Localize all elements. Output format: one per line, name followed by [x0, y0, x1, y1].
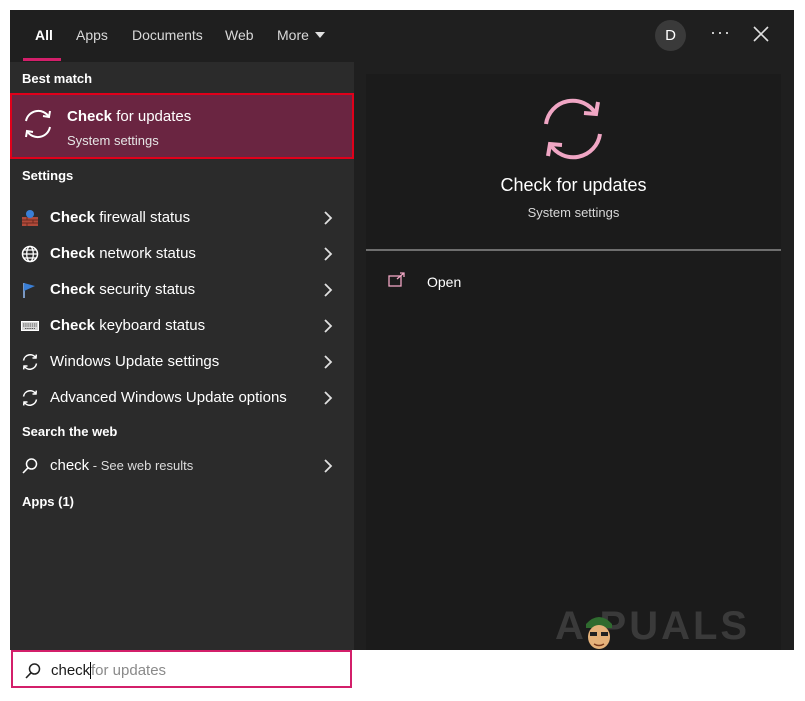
chevron-right-icon [324, 459, 333, 473]
tab-apps[interactable]: Apps [76, 27, 108, 47]
tab-bar: All Apps Documents Web More D ··· [10, 10, 794, 62]
sync-icon [22, 390, 38, 406]
settings-item-keyboard[interactable]: Check keyboard status [10, 308, 354, 344]
settings-item-label-bold: Check [50, 245, 96, 262]
firewall-icon [22, 210, 38, 226]
settings-item-windows-update[interactable]: Windows Update settings [10, 344, 354, 380]
settings-item-label: Advanced Windows Update options [50, 389, 287, 406]
flag-icon [23, 283, 35, 298]
tab-all[interactable]: All [35, 27, 53, 47]
tab-web[interactable]: Web [225, 27, 254, 47]
search-icon [22, 458, 38, 474]
user-avatar[interactable]: D [655, 20, 686, 51]
section-apps[interactable]: Apps (1) [22, 494, 74, 509]
settings-item-security[interactable]: Check security status [10, 272, 354, 308]
settings-item-label: Windows Update settings [50, 353, 219, 370]
web-result-label: check - See web results [50, 457, 193, 474]
more-options-button[interactable]: ··· [710, 23, 730, 44]
results-list: Best match Check for updates System sett… [10, 62, 354, 650]
open-label: Open [427, 274, 462, 290]
section-settings: Settings [22, 168, 74, 183]
chevron-right-icon [324, 247, 333, 261]
section-best-match: Best match [22, 71, 93, 86]
chevron-right-icon [324, 283, 333, 297]
settings-item-label-rest: security status [95, 281, 196, 298]
settings-item-label: Check keyboard status [50, 317, 205, 334]
search-box[interactable]: check for updates [11, 650, 352, 688]
settings-item-label: Check network status [50, 245, 196, 262]
settings-item-firewall[interactable]: Check firewall status [10, 200, 354, 236]
settings-item-label: Check firewall status [50, 209, 190, 226]
preview-title: Check for updates [500, 175, 647, 195]
best-match-subtitle: System settings [67, 133, 159, 148]
settings-item-label-rest: keyboard status [95, 317, 206, 334]
best-match-title: Check for updates [67, 108, 191, 125]
best-match-title-bold: Check [67, 108, 113, 125]
search-window: All Apps Documents Web More D ··· Best m… [10, 10, 794, 650]
web-result-query: check [50, 457, 90, 474]
best-match-result[interactable]: Check for updates System settings [10, 93, 354, 159]
section-search-web: Search the web [22, 424, 118, 439]
globe-icon [21, 245, 39, 263]
sync-icon [25, 109, 51, 139]
chevron-right-icon [324, 391, 333, 405]
open-icon [388, 272, 405, 287]
tab-more-label: More [277, 27, 309, 43]
close-icon[interactable] [752, 25, 770, 43]
settings-item-label: Check security status [50, 281, 195, 298]
chevron-right-icon [324, 211, 333, 225]
watermark-logo [586, 617, 612, 649]
settings-item-label-rest: network status [95, 245, 196, 262]
settings-item-advanced-update[interactable]: Advanced Windows Update options [10, 380, 354, 416]
tab-more[interactable]: More [277, 27, 325, 47]
settings-item-label-bold: Check [50, 317, 96, 334]
web-result-suffix: - See web results [89, 458, 194, 473]
web-search-result[interactable]: check - See web results [10, 448, 354, 484]
chevron-right-icon [324, 355, 333, 369]
preview-subtitle: System settings [527, 205, 620, 220]
active-tab-indicator [23, 58, 61, 61]
sync-icon [22, 354, 38, 370]
search-autocomplete: for updates [91, 662, 167, 679]
search-icon [25, 663, 41, 679]
settings-item-label-rest: Windows Update settings [50, 353, 220, 370]
keyboard-icon [21, 321, 39, 331]
search-input-text[interactable]: check [51, 662, 92, 679]
settings-item-label-rest: Advanced Windows Update options [50, 389, 287, 406]
settings-item-label-rest: firewall status [95, 209, 191, 226]
tab-documents[interactable]: Documents [132, 27, 203, 47]
preview-pane: Check for updates System settings Open [366, 74, 781, 650]
settings-item-network[interactable]: Check network status [10, 236, 354, 272]
chevron-right-icon [324, 319, 333, 333]
best-match-title-rest: for updates [112, 108, 192, 125]
settings-item-label-bold: Check [50, 209, 96, 226]
sync-icon [544, 98, 602, 160]
caret-down-icon [314, 32, 325, 38]
preview-divider [366, 249, 781, 251]
settings-item-label-bold: Check [50, 281, 96, 298]
